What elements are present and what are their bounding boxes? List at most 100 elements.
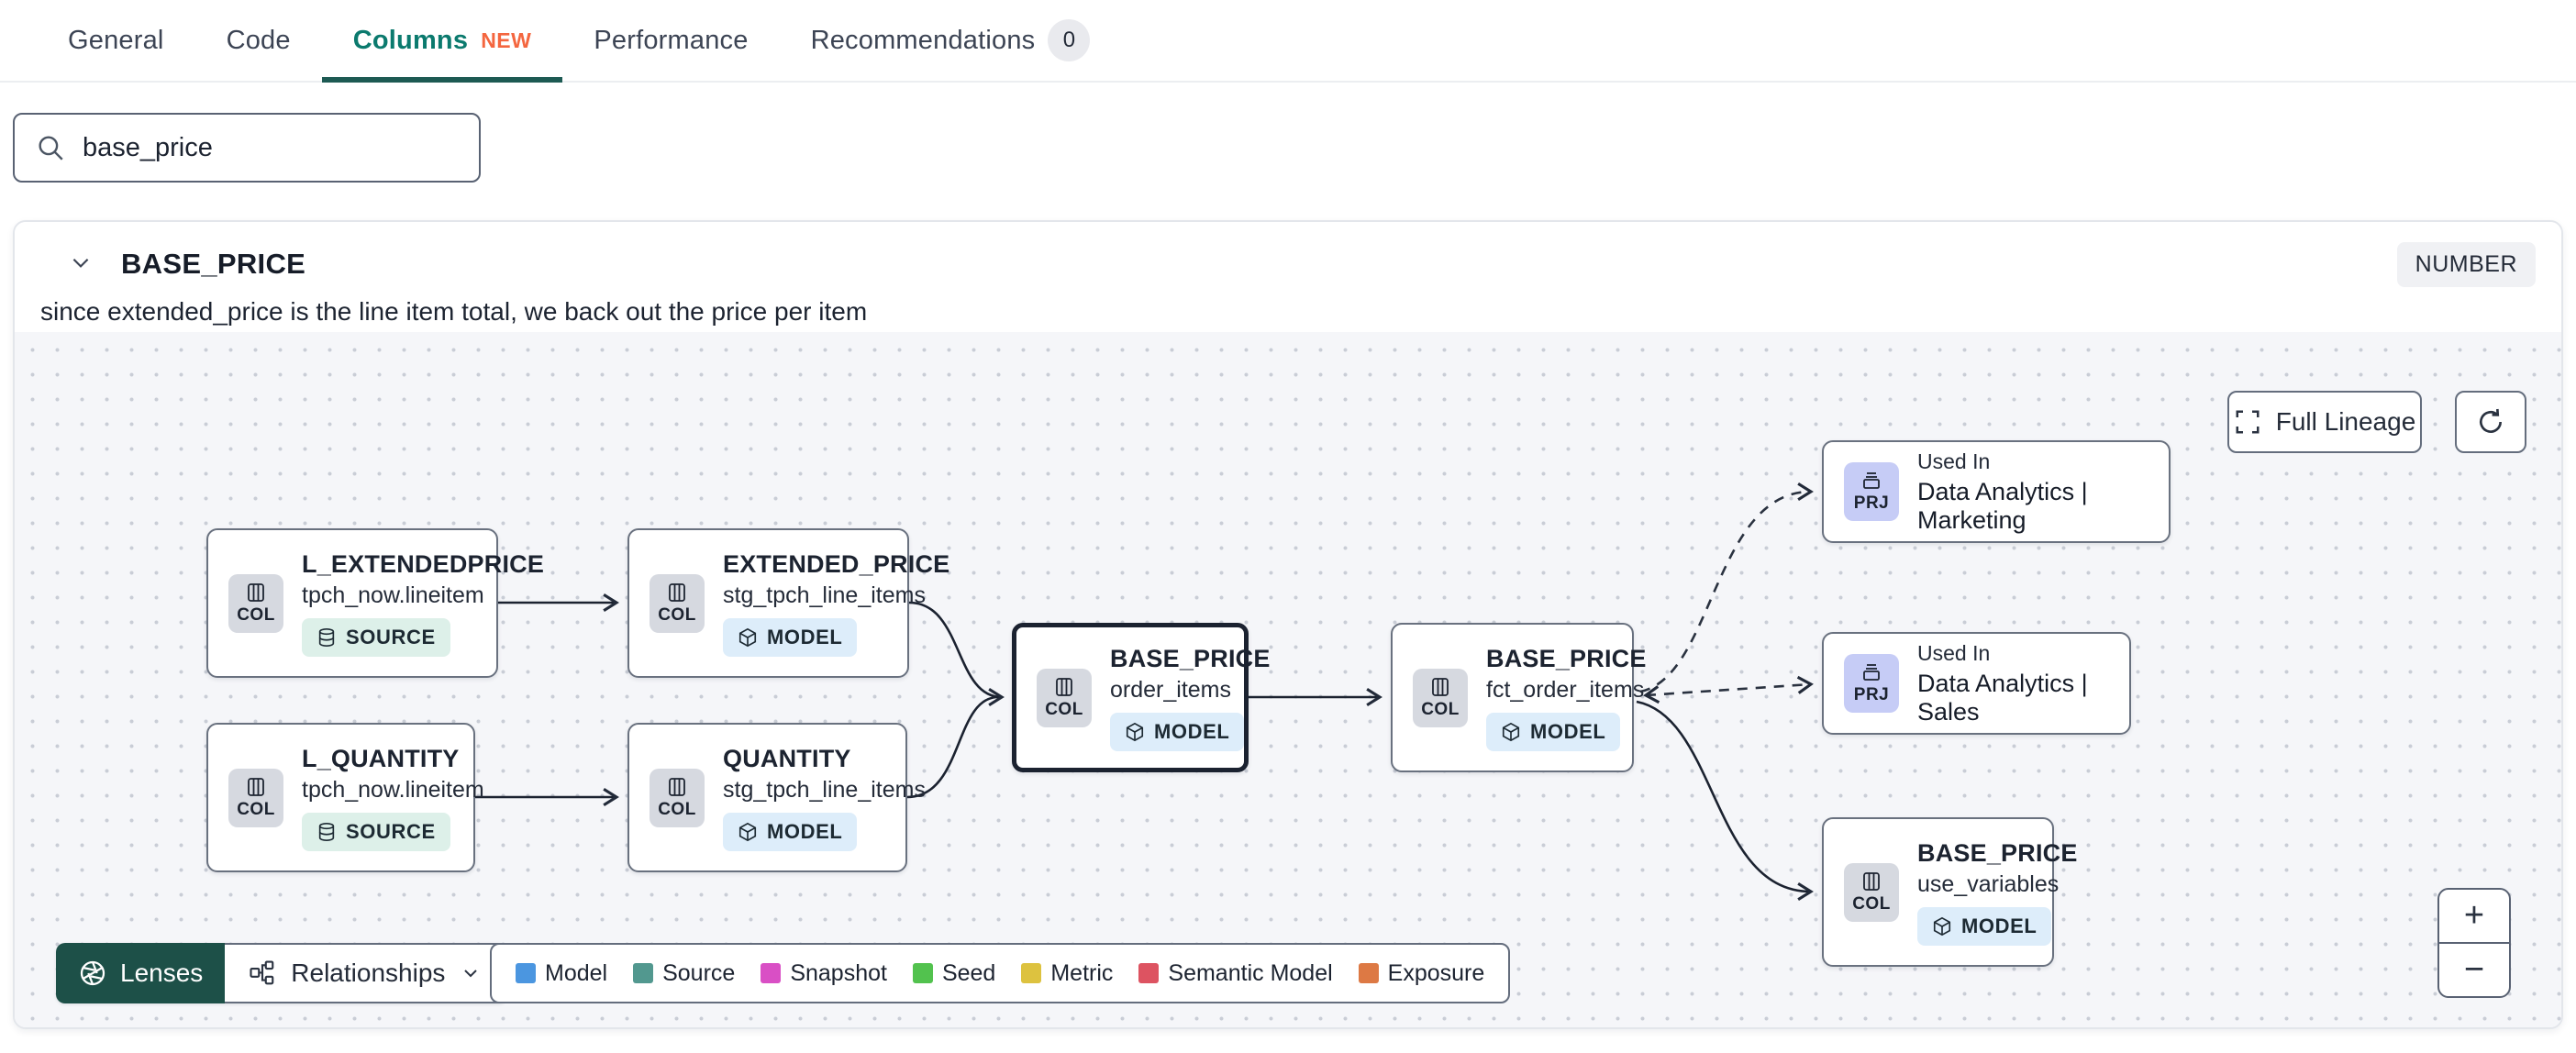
node-title: EXTENDED_PRICE xyxy=(723,549,950,578)
lineage-node-base-price-fct-order-items[interactable]: COL BASE_PRICE fct_order_items MODEL xyxy=(1391,623,1646,772)
legend-item-seed: Seed xyxy=(912,960,995,987)
aperture-icon xyxy=(78,959,107,988)
legend-item-source: Source xyxy=(633,960,735,987)
refresh-icon xyxy=(2476,407,2505,437)
tab-general[interactable]: General xyxy=(37,0,195,81)
cube-icon xyxy=(738,627,757,647)
project-icon: PRJ xyxy=(1844,654,1899,713)
legend-swatch xyxy=(1021,963,1042,983)
collapse-chevron-icon[interactable] xyxy=(61,242,101,283)
lenses-button[interactable]: Lenses xyxy=(56,943,226,1003)
column-description: since extended_price is the line item to… xyxy=(40,297,868,326)
tab-label: Columns xyxy=(352,25,469,55)
node-title: BASE_PRICE xyxy=(1110,644,1271,672)
legend-swatch xyxy=(516,963,536,983)
tab-bar: General Code Columns NEW Performance Rec… xyxy=(0,0,2576,83)
legend-swatch xyxy=(1138,963,1160,983)
lineage-node-l-quantity[interactable]: COL L_QUANTITY tpch_now.lineitem SOURCE xyxy=(206,723,484,872)
tab-code[interactable]: Code xyxy=(195,0,322,81)
legend-item-semantic-model: Semantic Model xyxy=(1138,960,1333,987)
relationships-label: Relationships xyxy=(291,959,446,987)
lenses-toolbar: Lenses Relationships xyxy=(56,943,508,1003)
lineage-node-l-extendedprice[interactable]: COL L_EXTENDEDPRICE tpch_now.lineitem SO… xyxy=(206,528,544,678)
used-in-label: Used In xyxy=(1917,640,1991,665)
column-type-badge: NUMBER xyxy=(2396,242,2536,287)
relationships-icon xyxy=(249,959,276,987)
column-name: BASE_PRICE xyxy=(121,248,306,280)
cube-icon xyxy=(1502,722,1520,741)
new-badge: NEW xyxy=(481,28,532,52)
chevron-down-icon xyxy=(464,970,478,978)
node-subtitle: stg_tpch_line_items xyxy=(723,582,926,608)
refresh-button[interactable] xyxy=(2455,391,2526,453)
cube-icon xyxy=(738,822,757,841)
node-subtitle: stg_tpch_line_items xyxy=(723,776,926,803)
column-icon: COL xyxy=(1037,668,1092,727)
count-badge: 0 xyxy=(1048,19,1091,61)
column-icon: COL xyxy=(650,768,705,827)
project-name: Data Analytics | Sales xyxy=(1917,669,2088,726)
node-title: QUANTITY xyxy=(723,744,851,772)
zoom-controls: + − xyxy=(2437,888,2511,998)
full-lineage-label: Full Lineage xyxy=(2275,407,2416,436)
node-subtitle: order_items xyxy=(1110,676,1231,703)
search-input[interactable] xyxy=(83,132,459,163)
legend-swatch xyxy=(761,963,782,983)
tab-label: Performance xyxy=(594,25,749,55)
legend-swatch xyxy=(912,963,933,983)
node-subtitle: tpch_now.lineitem xyxy=(302,582,484,608)
zoom-in-button[interactable]: + xyxy=(2439,890,2509,944)
project-icon: PRJ xyxy=(1844,462,1899,521)
tab-label: General xyxy=(68,25,164,55)
legend-item-model: Model xyxy=(516,960,607,987)
tab-performance[interactable]: Performance xyxy=(562,0,779,81)
lineage-node-extended-price[interactable]: COL EXTENDED_PRICE stg_tpch_line_items M… xyxy=(627,528,949,678)
model-badge: MODEL xyxy=(1110,712,1245,751)
legend-item-snapshot: Snapshot xyxy=(761,960,887,987)
lineage-edges xyxy=(475,482,1814,901)
project-name: Data Analytics | Marketing xyxy=(1917,477,2088,534)
source-badge: SOURCE xyxy=(302,812,450,851)
tab-recommendations[interactable]: Recommendations 0 xyxy=(780,0,1122,81)
legend-item-metric: Metric xyxy=(1021,960,1113,987)
column-card: BASE_PRICE NUMBER since extended_price i… xyxy=(13,220,2563,1029)
lineage-canvas[interactable]: Full Lineage COL L_EXTENDEDPRICE tpch_no… xyxy=(15,332,2561,1027)
node-subtitle: tpch_now.lineitem xyxy=(302,776,484,803)
page: General Code Columns NEW Performance Rec… xyxy=(0,0,2576,1053)
column-search[interactable] xyxy=(13,113,481,183)
column-icon: COL xyxy=(228,768,283,827)
legend-item-exposure: Exposure xyxy=(1358,960,1484,987)
node-title: L_EXTENDEDPRICE xyxy=(302,549,545,578)
lineage-node-quantity[interactable]: COL QUANTITY stg_tpch_line_items MODEL xyxy=(627,723,926,872)
lineage-node-base-price-order-items[interactable]: COL BASE_PRICE order_items MODEL xyxy=(1012,623,1270,772)
legend-swatch xyxy=(1358,963,1379,983)
column-icon: COL xyxy=(228,573,283,633)
lineage-node-used-in-sales[interactable]: PRJ Used In Data Analytics | Sales xyxy=(1822,632,2131,735)
tab-columns[interactable]: Columns NEW xyxy=(321,0,563,83)
cube-icon xyxy=(1126,722,1144,741)
model-badge: MODEL xyxy=(1917,906,2052,946)
tab-label: Recommendations xyxy=(810,25,1036,55)
node-title: BASE_PRICE xyxy=(1917,838,2078,867)
relationships-dropdown[interactable]: Relationships xyxy=(225,943,508,1003)
legend-swatch xyxy=(633,963,654,983)
model-badge: MODEL xyxy=(723,812,858,851)
column-card-header: BASE_PRICE NUMBER since extended_price i… xyxy=(15,222,2561,332)
column-icon: COL xyxy=(1413,668,1468,727)
lineage-legend: Model Source Snapshot Seed Metric Semant… xyxy=(490,943,1511,1003)
model-badge: MODEL xyxy=(723,617,858,657)
lineage-node-used-in-marketing[interactable]: PRJ Used In Data Analytics | Marketing xyxy=(1822,440,2171,543)
search-icon xyxy=(35,132,66,163)
column-icon: COL xyxy=(650,573,705,633)
node-title: L_QUANTITY xyxy=(302,744,460,772)
cube-icon xyxy=(1933,916,1951,936)
lineage-node-base-price-use-variables[interactable]: COL BASE_PRICE use_variables MODEL xyxy=(1822,817,2077,967)
tab-label: Code xyxy=(226,25,291,55)
fullscreen-icon xyxy=(2234,408,2261,436)
node-subtitle: use_variables xyxy=(1917,870,2060,897)
zoom-out-button[interactable]: − xyxy=(2439,944,2509,996)
node-title: BASE_PRICE xyxy=(1486,644,1647,672)
used-in-label: Used In xyxy=(1917,449,1991,473)
node-subtitle: fct_order_items xyxy=(1486,676,1645,703)
full-lineage-button[interactable]: Full Lineage xyxy=(2227,391,2422,453)
